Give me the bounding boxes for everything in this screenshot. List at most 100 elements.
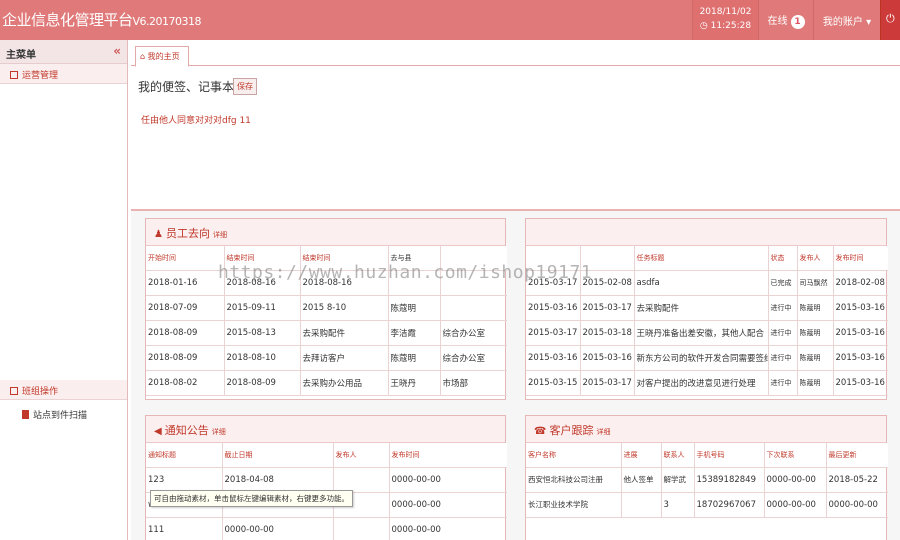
table-row[interactable]: 2015-03-17 2015-03-18 王晓丹准备出差安徽，其他人配合 进行中 陈蔻…: [526, 320, 888, 346]
cell: 王晓丹准备出差安徽，其他人配合: [634, 320, 769, 346]
cell: 西安恒北科技公司注册: [526, 467, 622, 493]
cell: 2015-08-13: [224, 320, 301, 346]
table-row[interactable]: 123 2018-04-08 0000-00-00: [146, 467, 507, 493]
save-button[interactable]: 保存: [233, 78, 257, 95]
user-icon: ♟: [154, 229, 163, 240]
tasks-table: 任务标题 状态 发布人 发布时间 2015-03-17 2015-02-08 asd…: [526, 246, 888, 396]
table-header-row: 通知标题 截止日期 发布人 发布时间: [146, 443, 507, 468]
column-header: 任务标题: [634, 246, 769, 271]
column-header: 状态: [768, 246, 798, 271]
cell: 2015-03-16: [580, 345, 635, 371]
cell: 2015-02-08: [580, 270, 635, 296]
power-icon: ⏻: [886, 12, 895, 25]
employee-whereabouts-panel: ♟ 员工去向 详细 开始时间 结束时间 结束时间 去与县 2018-01-16 201…: [145, 218, 507, 400]
collapse-sidebar-icon[interactable]: «: [113, 44, 121, 58]
cell: 2018-08-09: [224, 370, 301, 396]
column-header: 进展: [621, 443, 662, 468]
table-row[interactable]: 2015-03-16 2015-03-17 去采购配件 进行中 陈蔻明 2015-03-1…: [526, 295, 888, 321]
tab-home[interactable]: ⌂ 我的主页: [135, 46, 189, 67]
cell: 2018-07-09: [146, 295, 225, 321]
table-row[interactable]: 111 0000-00-00 0000-00-00: [146, 517, 507, 540]
column-header: 最后更新: [826, 443, 888, 468]
column-header: [580, 246, 635, 271]
note-content[interactable]: 任由他人同意对对对dfg 11: [141, 113, 251, 126]
cell: 15389182849: [694, 467, 765, 493]
sidebar-item-scan[interactable]: 站点到件扫描: [0, 400, 127, 421]
column-header: 联系人: [661, 443, 695, 468]
column-header: 去与县: [388, 246, 441, 271]
details-link[interactable]: 详细: [596, 428, 610, 436]
sidebar-item-operations[interactable]: 运营管理: [0, 64, 127, 84]
panel-header: ♟ 员工去向 详细: [146, 219, 505, 246]
cell: 他人签单: [621, 467, 662, 493]
cell: 司马飘然: [797, 270, 834, 296]
cell: [440, 270, 507, 296]
column-header: 发布人: [797, 246, 834, 271]
table-row[interactable]: 西安恒北科技公司注册 他人签单 解学武 15389182849 0000-00-00 20…: [526, 467, 888, 493]
column-header: 下次联系: [764, 443, 827, 468]
cell: 18702967067: [694, 492, 765, 518]
cell: 2018-08-16: [224, 270, 301, 296]
notice-panel: ◀ 通知公告 详细 通知标题 截止日期 发布人 发布时间 123 2018-04-08…: [145, 415, 507, 540]
phone-icon: ☎: [534, 426, 547, 437]
cell: [388, 270, 441, 296]
cell: 0000-00-00: [764, 467, 827, 493]
cell: 0000-00-00: [764, 492, 827, 518]
caret-down-icon: ▾: [866, 17, 872, 28]
panel-title: 客户跟踪: [549, 424, 594, 437]
sidebar-item-team-ops[interactable]: 班组操作: [0, 380, 127, 400]
details-link[interactable]: 详细: [212, 428, 226, 436]
date-text: 2018/11/02: [699, 7, 752, 17]
table-row[interactable]: 2015-03-17 2015-02-08 asdfa 已完成 司马飘然 2018-02-…: [526, 270, 888, 296]
cell: 0000-00-00: [222, 517, 334, 540]
cell: 2015-03-16: [833, 345, 888, 371]
cell: 陈蔻明: [797, 370, 834, 396]
column-header: [526, 246, 581, 271]
cell: 0000-00-00: [389, 517, 507, 540]
sidebar: 主菜单 « 运营管理 班组操作 站点到件扫描: [0, 40, 128, 540]
table-row[interactable]: 2018-08-09 2015-08-13 去采购配件 李洁霞 综合办公室: [146, 320, 507, 346]
sidebar-item-label: 运营管理: [22, 71, 59, 81]
cell: [333, 467, 390, 493]
cell: 2018-01-16: [146, 270, 225, 296]
cell: 111: [146, 517, 223, 540]
table-row[interactable]: 2018-07-09 2015-09-11 2015 8-10 陈蔻明: [146, 295, 507, 321]
table-row[interactable]: 2018-08-02 2018-08-09 去采购办公用品 王晓丹 市场部: [146, 370, 507, 396]
table-row[interactable]: 2015-03-16 2015-03-16 新东方公司的软件开发合同需要签约 进行中陈…: [526, 345, 888, 371]
table-row[interactable]: 2018-01-16 2018-08-16 2018-08-16: [146, 270, 507, 296]
cell: 陈蔻明: [388, 295, 441, 321]
cell: 2015-03-16: [526, 295, 581, 321]
my-account-menu[interactable]: 我的账户 ▾: [813, 0, 880, 40]
table-row[interactable]: 2015-03-15 2015-03-17 对客户提出的改进意见进行处理 进行中 陈蔻明…: [526, 370, 888, 396]
cell: 综合办公室: [440, 320, 507, 346]
tab-bar: ⌂ 我的主页: [131, 40, 900, 67]
cell: 0000-00-00: [389, 492, 507, 518]
details-link[interactable]: 详细: [213, 231, 227, 239]
column-header: 发布时间: [389, 443, 507, 468]
cell: 2015-03-16: [833, 370, 888, 396]
cell: [440, 295, 507, 321]
online-users-button[interactable]: 在线 1: [758, 0, 813, 40]
column-header: [440, 246, 507, 271]
cell: 去采购配件: [634, 295, 769, 321]
column-header: 客户名称: [526, 443, 622, 468]
table-row[interactable]: 长江职业技术学院 3 18702967067 0000-00-00 0000-00-00: [526, 492, 888, 518]
cell: asdfa: [634, 270, 769, 296]
cell: 去采购配件: [300, 320, 389, 346]
customer-tracking-panel: ☎ 客户跟踪 详细 客户名称 进展 联系人 手机号码 下次联系 最后更新 西安恒北科…: [525, 415, 888, 540]
notepad-section: 我的便签、记事本 保存 任由他人同意对对对dfg 11: [131, 66, 900, 211]
cell: 陈蔻明: [797, 320, 834, 346]
power-button[interactable]: ⏻: [880, 0, 900, 40]
tooltip: 可自由拖动素材，单击鼠标左键编辑素材，右键更多功能。: [150, 490, 353, 507]
table-row[interactable]: 2018-08-09 2018-08-10 去拜访客户 陈蔻明 综合办公室: [146, 345, 507, 371]
cell: 3: [661, 492, 695, 518]
panel-header: [526, 219, 886, 246]
panel-title: 员工去向: [165, 227, 210, 240]
tab-home-label: 我的主页: [147, 52, 180, 61]
cell: 2015-03-18: [580, 320, 635, 346]
datetime-display: 2018/11/02 ◷ 11:25:28: [692, 0, 758, 40]
cell: 长江职业技术学院: [526, 492, 622, 518]
cell: 市场部: [440, 370, 507, 396]
cell: 2015 8-10: [300, 295, 389, 321]
online-label: 在线: [767, 16, 788, 27]
